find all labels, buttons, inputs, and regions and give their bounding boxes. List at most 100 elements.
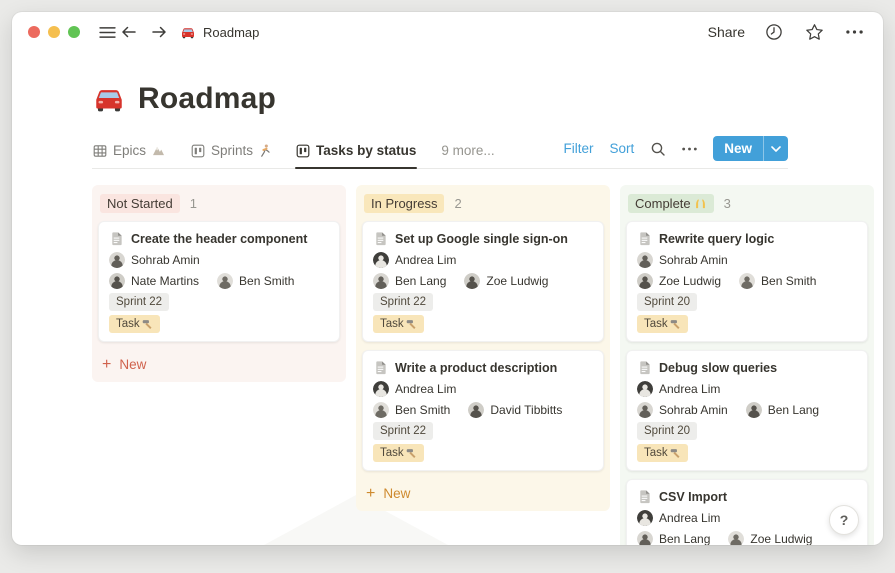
breadcrumb-title: Roadmap [203,24,260,40]
avatar [637,272,653,289]
column-in-progress: In Progress 2 Set up Google single sign-… [356,185,610,511]
card-title: Create the header component [131,231,308,246]
desktop-background: Roadmap Share Roadmap Epics Sprints Task… [0,0,895,573]
runner-icon [259,144,270,157]
person-name: Ben Lang [767,402,820,417]
sidebar-menu-icon[interactable] [96,21,118,43]
titlebar: Roadmap Share [12,12,883,52]
column-header[interactable]: Complete 3 [626,189,868,221]
column-header[interactable]: In Progress 2 [362,189,604,221]
task-card[interactable]: Create the header component Sohrab Amin … [98,221,340,342]
column-count: 1 [189,196,197,211]
person-name: Andrea Lim [659,510,721,525]
breadcrumb[interactable]: Roadmap [180,25,259,40]
person-name: Zoe Ludwig [750,531,813,546]
avatar [637,380,653,397]
card-title: CSV Import [659,489,728,504]
card-title: Rewrite query logic [659,231,775,246]
task-tag: Task [637,444,688,462]
sprint-tag: Sprint 22 [109,293,170,311]
minimize-window-button[interactable] [48,26,60,38]
forward-arrow-icon[interactable] [148,21,170,43]
avatar [637,530,653,545]
search-icon[interactable] [650,141,666,157]
card-title: Debug slow queries [659,360,778,375]
person-name: David Tibbitts [490,402,563,417]
hammer-icon [142,319,153,330]
window-controls [28,26,80,38]
hammer-icon [670,319,681,330]
back-arrow-icon[interactable] [118,21,140,43]
person-name: Andrea Lim [395,252,457,267]
avatar [637,509,653,526]
zoom-window-button[interactable] [68,26,80,38]
close-window-button[interactable] [28,26,40,38]
page-header: Roadmap [92,78,883,120]
page-car-icon[interactable] [92,85,126,113]
person-name: Ben Smith [395,402,451,417]
person-name: Zoe Ludwig [659,273,722,288]
person-name: Andrea Lim [659,381,721,396]
column-not-started: Not Started 1 Create the header componen… [92,185,346,382]
task-tag: Task [373,444,424,462]
plus-icon: + [102,355,112,373]
car-icon [180,26,196,39]
view-tabbar: Epics Sprints Tasks by status 9 more... … [92,136,788,169]
person-name: Ben Smith [239,273,295,288]
avatar [217,272,234,289]
page-title[interactable]: Roadmap [138,82,276,116]
sprint-tag: Sprint 20 [637,293,698,311]
updates-clock-icon[interactable] [763,21,785,43]
sprint-tag: Sprint 22 [373,293,434,311]
person-name: Sohrab Amin [659,402,728,417]
person-name: Sohrab Amin [659,252,728,267]
task-card[interactable]: Set up Google single sign-on Andrea Lim … [362,221,604,342]
tab-epics[interactable]: Epics [92,143,166,168]
avatar [745,401,762,418]
help-button[interactable]: ? [829,505,859,535]
share-button[interactable]: Share [708,24,745,40]
avatar [373,380,389,397]
avatar [637,401,653,418]
favorite-star-icon[interactable] [803,21,825,43]
more-views-button[interactable]: 9 more... [441,143,494,168]
add-card-button[interactable]: + New [362,479,604,503]
page-icon [109,231,124,246]
task-tag: Task [373,315,424,333]
more-options-icon[interactable] [843,21,865,43]
sort-button[interactable]: Sort [609,141,634,156]
task-card[interactable]: Debug slow queries Andrea Lim Sohrab Ami… [626,350,868,471]
page-icon [637,360,652,375]
person-name: Ben Smith [761,273,817,288]
view-options-icon[interactable] [682,147,697,151]
person-name: Ben Lang [395,273,447,288]
raised-hands-icon [694,198,707,209]
avatar [373,272,389,289]
person-name: Ben Lang [659,531,711,546]
view-toolbar: Filter Sort New [563,136,788,168]
avatar [739,272,756,289]
person-name: Zoe Ludwig [486,273,549,288]
task-tag: Task [637,315,688,333]
avatar [468,401,485,418]
avatar [109,272,125,289]
column-complete: Complete 3 Rewrite query logic Sohrab Am… [620,185,874,545]
new-button[interactable]: New [713,136,788,161]
task-card[interactable]: Rewrite query logic Sohrab Amin Zoe Ludw… [626,221,868,342]
tab-sprints[interactable]: Sprints [190,143,271,168]
avatar [637,251,653,268]
column-header[interactable]: Not Started 1 [98,189,340,221]
board-icon [296,144,310,158]
avatar [728,530,745,545]
person-name: Andrea Lim [395,381,457,396]
task-card[interactable]: Write a product description Andrea Lim B… [362,350,604,471]
chevron-down-icon[interactable] [763,136,788,161]
tab-tasks-by-status[interactable]: Tasks by status [295,143,418,169]
column-count: 2 [454,196,462,211]
add-card-button[interactable]: + New [98,350,340,374]
filter-button[interactable]: Filter [563,141,593,156]
hammer-icon [406,319,417,330]
avatar [464,272,481,289]
task-tag: Task [109,315,160,333]
card-title: Write a product description [395,360,558,375]
